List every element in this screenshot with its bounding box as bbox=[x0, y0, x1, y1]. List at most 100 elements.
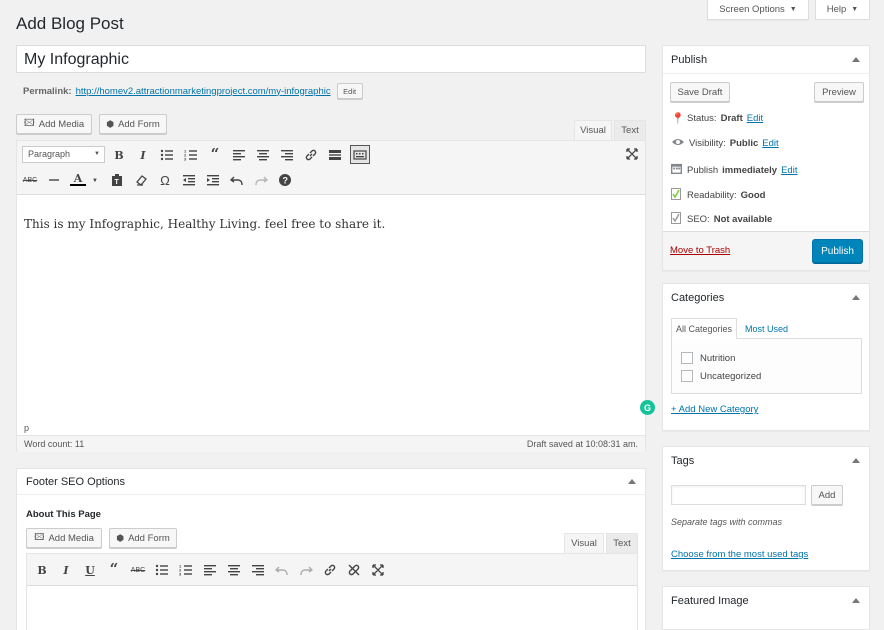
calendar-icon bbox=[671, 163, 683, 177]
category-checkbox[interactable] bbox=[681, 352, 693, 364]
permalink-url[interactable]: http://homev2.attractionmarketingproject… bbox=[76, 86, 331, 97]
footer-add-form-label: Add Form bbox=[128, 532, 170, 544]
move-to-trash-link[interactable]: Move to Trash bbox=[670, 245, 730, 256]
fullscreen-icon[interactable] bbox=[624, 146, 640, 162]
align-left-icon[interactable] bbox=[231, 147, 247, 163]
permalink-edit-button[interactable]: Edit bbox=[336, 83, 363, 99]
link-icon[interactable] bbox=[322, 562, 338, 578]
bullet-list-icon[interactable] bbox=[154, 562, 170, 578]
featured-image-title: Featured Image bbox=[671, 595, 749, 607]
unlink-icon[interactable] bbox=[346, 562, 362, 578]
editor-content-area[interactable]: This is my Infographic, Healthy Living. … bbox=[17, 195, 645, 421]
schedule-edit-link[interactable]: Edit bbox=[781, 165, 797, 176]
readability-value: Good bbox=[740, 190, 766, 201]
choose-most-used-tags-link[interactable]: Choose from the most used tags bbox=[671, 549, 808, 560]
align-center-icon[interactable] bbox=[255, 147, 271, 163]
strikethrough-icon[interactable]: ABC bbox=[22, 172, 38, 188]
arrow-up-icon[interactable] bbox=[852, 458, 860, 463]
tag-input[interactable] bbox=[671, 485, 806, 505]
align-right-icon[interactable] bbox=[250, 562, 266, 578]
arrow-up-icon[interactable] bbox=[852, 295, 860, 300]
help-icon[interactable]: ? bbox=[277, 172, 293, 188]
format-select[interactable]: Paragraph ▼ bbox=[22, 146, 105, 163]
tab-text[interactable]: Text bbox=[614, 120, 646, 140]
italic-icon[interactable]: I bbox=[135, 147, 151, 163]
align-left-icon[interactable] bbox=[202, 562, 218, 578]
footer-add-form-button[interactable]: ⬢ Add Form bbox=[109, 528, 177, 548]
outdent-icon[interactable] bbox=[181, 172, 197, 188]
underline-icon[interactable]: U bbox=[82, 562, 98, 578]
arrow-up-icon[interactable] bbox=[628, 479, 636, 484]
footer-tab-text[interactable]: Text bbox=[606, 533, 638, 553]
visibility-edit-link[interactable]: Edit bbox=[762, 138, 778, 149]
numbered-list-icon[interactable]: 123 bbox=[183, 147, 199, 163]
tab-visual[interactable]: Visual bbox=[574, 120, 612, 140]
blockquote-icon[interactable]: “ bbox=[106, 560, 122, 578]
add-media-button[interactable]: 🖾 Add Media bbox=[16, 114, 92, 134]
tags-hint: Separate tags with commas bbox=[671, 517, 783, 527]
align-center-icon[interactable] bbox=[226, 562, 242, 578]
footer-seo-header[interactable]: Footer SEO Options bbox=[17, 469, 645, 495]
align-right-icon[interactable] bbox=[279, 147, 295, 163]
publish-header[interactable]: Publish bbox=[663, 46, 869, 74]
footer-tab-visual[interactable]: Visual bbox=[564, 533, 604, 553]
redo-icon[interactable] bbox=[298, 562, 314, 578]
permalink-label: Permalink: bbox=[23, 85, 72, 97]
publish-title: Publish bbox=[671, 54, 708, 66]
help-label: Help bbox=[826, 4, 847, 15]
visibility-value: Public bbox=[729, 138, 759, 149]
tab-all-categories[interactable]: All Categories bbox=[671, 318, 737, 339]
add-tag-button[interactable]: Add bbox=[811, 485, 843, 505]
clear-formatting-icon[interactable] bbox=[133, 172, 149, 188]
category-list: Nutrition Uncategorized bbox=[671, 338, 862, 394]
save-draft-button[interactable]: Save Draft bbox=[670, 82, 730, 102]
svg-text:T: T bbox=[115, 179, 120, 186]
status-edit-link[interactable]: Edit bbox=[747, 113, 763, 124]
featured-image-header[interactable]: Featured Image bbox=[663, 587, 869, 615]
fullscreen-icon[interactable] bbox=[370, 562, 386, 578]
blockquote-icon[interactable]: “ bbox=[207, 145, 223, 163]
about-page-label: About This Page bbox=[26, 509, 101, 520]
add-form-button[interactable]: ⬢ Add Form bbox=[99, 114, 167, 134]
footer-add-media-button[interactable]: 🖾 Add Media bbox=[26, 528, 102, 548]
post-title-input[interactable]: My Infographic bbox=[16, 45, 646, 73]
category-checkbox[interactable] bbox=[681, 370, 693, 382]
grammar-check-icon[interactable]: G bbox=[640, 400, 655, 415]
footer-editor-toolbar: B I U “ ABC 123 bbox=[27, 554, 637, 586]
publish-button[interactable]: Publish bbox=[812, 239, 863, 263]
categories-header[interactable]: Categories bbox=[663, 284, 869, 312]
undo-icon[interactable] bbox=[274, 562, 290, 578]
bullet-list-icon[interactable] bbox=[159, 147, 175, 163]
arrow-up-icon[interactable] bbox=[852, 598, 860, 603]
italic-icon[interactable]: I bbox=[58, 562, 74, 578]
read-more-icon[interactable] bbox=[327, 147, 343, 163]
add-new-category-link[interactable]: + Add New Category bbox=[671, 404, 758, 415]
category-label: Nutrition bbox=[700, 352, 736, 364]
paste-text-icon[interactable]: T bbox=[109, 172, 125, 188]
bold-icon[interactable]: B bbox=[111, 147, 127, 163]
toolbar-toggle-icon[interactable] bbox=[350, 145, 370, 164]
category-item-nutrition[interactable]: Nutrition bbox=[681, 352, 735, 364]
arrow-up-icon[interactable] bbox=[852, 57, 860, 62]
seo-value: Not available bbox=[713, 214, 773, 225]
indent-icon[interactable] bbox=[205, 172, 221, 188]
text-color-icon[interactable]: A bbox=[70, 172, 86, 186]
redo-icon[interactable] bbox=[253, 172, 269, 188]
screen-options-tab[interactable]: Screen Options ▼ bbox=[707, 0, 809, 20]
numbered-list-icon[interactable]: 123 bbox=[178, 562, 194, 578]
link-icon[interactable] bbox=[303, 147, 319, 163]
undo-icon[interactable] bbox=[229, 172, 245, 188]
strikethrough-icon[interactable]: ABC bbox=[130, 562, 146, 578]
tags-panel: Tags Add Separate tags with commas Choos… bbox=[662, 446, 870, 571]
editor-statusbar: Word count: 11 Draft saved at 10:08:31 a… bbox=[17, 435, 645, 452]
tab-most-used[interactable]: Most Used bbox=[745, 318, 788, 339]
bold-icon[interactable]: B bbox=[34, 562, 50, 578]
preview-button[interactable]: Preview bbox=[814, 82, 864, 102]
tags-header[interactable]: Tags bbox=[663, 447, 869, 475]
svg-text:3: 3 bbox=[184, 157, 187, 162]
special-character-icon[interactable]: Ω bbox=[157, 172, 173, 188]
help-tab[interactable]: Help ▼ bbox=[815, 0, 870, 20]
category-item-uncategorized[interactable]: Uncategorized bbox=[681, 370, 761, 382]
caret-down-icon[interactable]: ▼ bbox=[87, 173, 103, 189]
horizontal-line-icon[interactable] bbox=[46, 172, 62, 188]
